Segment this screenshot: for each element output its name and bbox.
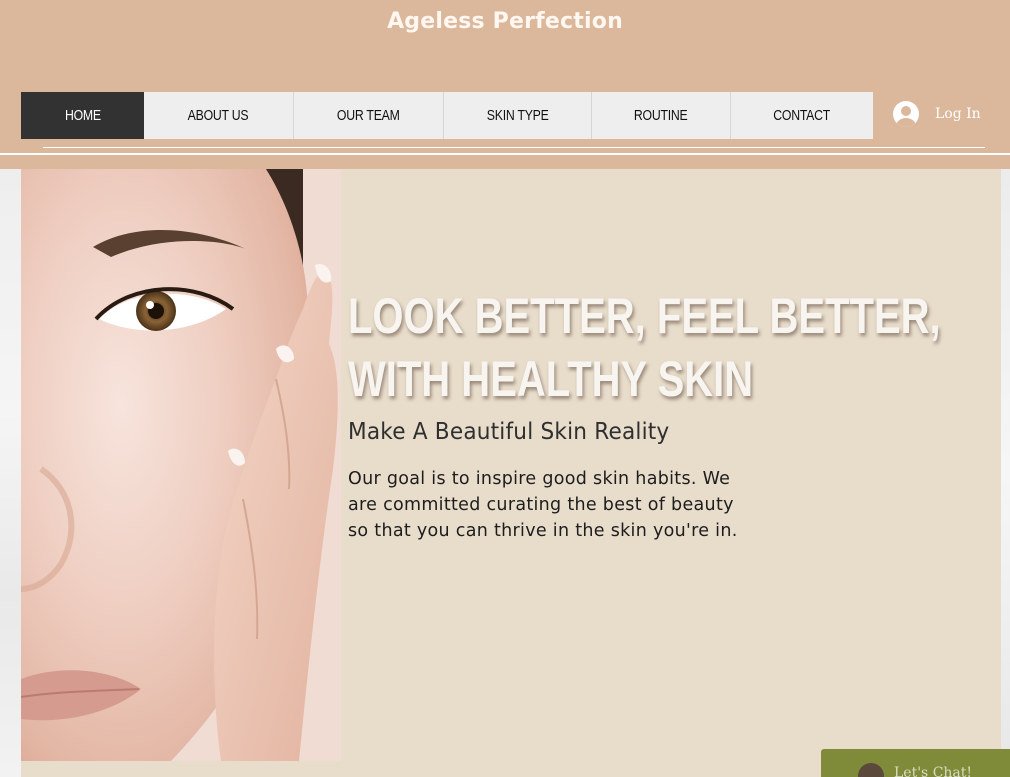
nav-item-skin-type[interactable]: SKIN TYPE — [443, 92, 591, 139]
hero-heading: LOOK BETTER, FEEL BETTER, WITH HEALTHY S… — [348, 285, 941, 411]
chat-widget-button[interactable]: Let's Chat! — [821, 749, 1010, 777]
header-strip — [0, 155, 1010, 169]
hero-section: LOOK BETTER, FEEL BETTER, WITH HEALTHY S… — [21, 169, 1001, 777]
nav-item-about-us[interactable]: ABOUT US — [144, 92, 293, 139]
site-header: Ageless Perfection HOME ABOUT US OUR TEA… — [0, 0, 1010, 153]
login-label: Log In — [935, 106, 981, 122]
chat-avatar-icon — [858, 763, 884, 777]
nav-item-label: ROUTINE — [634, 107, 688, 124]
site-title[interactable]: Ageless Perfection — [0, 9, 1010, 34]
marble-background-left — [0, 169, 21, 777]
hero-heading-line-2: WITH HEALTHY SKIN — [348, 351, 754, 407]
marble-background-right — [1001, 169, 1010, 777]
login-button[interactable]: Log In — [893, 101, 981, 127]
hero-subheading: Make A Beautiful Skin Reality — [348, 419, 670, 445]
hero-heading-line-1: LOOK BETTER, FEEL BETTER, — [348, 288, 941, 344]
nav-item-home[interactable]: HOME — [21, 92, 144, 139]
nav-item-contact[interactable]: CONTACT — [730, 92, 873, 139]
main-nav: HOME ABOUT US OUR TEAM SKIN TYPE ROUTINE… — [21, 92, 873, 139]
user-avatar-icon — [893, 101, 919, 127]
chat-label: Let's Chat! — [894, 765, 973, 777]
hero-description: Our goal is to inspire good skin habits.… — [348, 469, 738, 541]
nav-item-our-team[interactable]: OUR TEAM — [293, 92, 443, 139]
nav-item-label: CONTACT — [773, 107, 831, 124]
nav-item-label: SKIN TYPE — [486, 107, 549, 124]
nav-item-label: HOME — [64, 107, 101, 124]
hero-face-image — [21, 169, 341, 761]
nav-item-label: OUR TEAM — [337, 107, 400, 124]
nav-item-label: ABOUT US — [188, 107, 249, 124]
nav-item-routine[interactable]: ROUTINE — [591, 92, 730, 139]
header-divider — [43, 147, 985, 148]
